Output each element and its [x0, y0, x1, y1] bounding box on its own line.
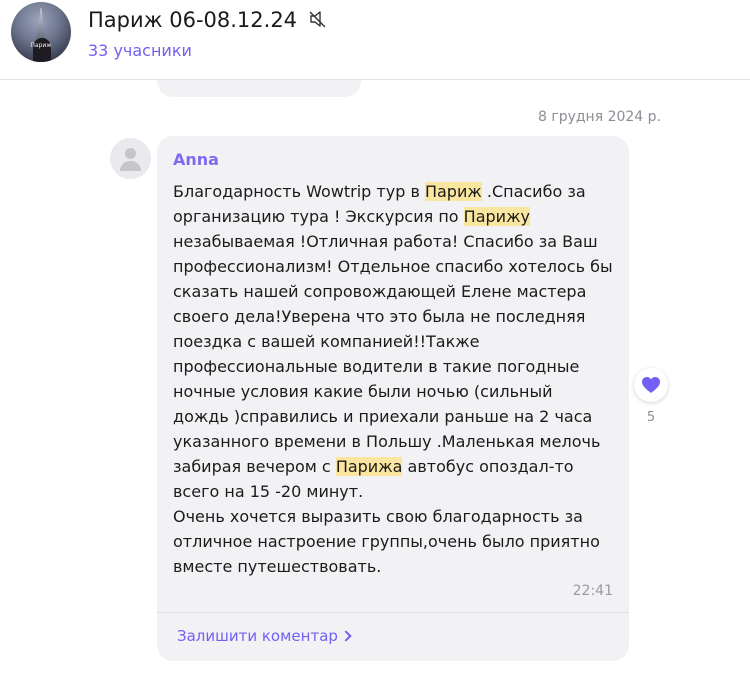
chevron-right-icon [340, 630, 352, 642]
message-bubble[interactable]: Anna Благодарность Wowtrip тур в Париж .… [157, 136, 629, 661]
message-text-segment: вместе путешествовать. [173, 557, 382, 576]
message-line: Благодарность Wowtrip тур в Париж .Спаси… [173, 179, 621, 204]
reaction-button[interactable] [634, 368, 668, 402]
leave-comment-label: Залишити коментар [177, 627, 338, 645]
message-text-segment: указанного времени в Польшу .Маленькая м… [173, 432, 601, 451]
message-line: организацию тура ! Экскурсия по Парижу [173, 204, 621, 229]
leave-comment-link[interactable]: Залишити коментар [177, 627, 352, 645]
message-line: ночные условия какие были ночью (сильный [173, 379, 621, 404]
chat-title-text: Париж 06-08.12.24 [88, 8, 298, 32]
message-text-segment: всего на 15 -20 минут. [173, 482, 364, 501]
message-text-segment: ночные условия какие были ночью (сильный [173, 382, 553, 401]
chat-title[interactable]: Париж 06-08.12.24 [88, 8, 328, 34]
message-text-segment: сказать нашей сопровождающей Елене масте… [173, 282, 587, 301]
message-text-segment: Благодарность Wowtrip тур в [173, 182, 425, 201]
chat-header: Париж Париж 06-08.12.24 33 учасники [0, 0, 750, 80]
message-line: профессионализм! Отдельное спасибо хотел… [173, 254, 621, 279]
message-text-segment: организацию тура ! Экскурсия по [173, 207, 464, 226]
sender-name[interactable]: Anna [173, 150, 219, 169]
message-line: поездка с вашей компанией!!Также [173, 329, 621, 354]
message-line: забирая вечером с Парижа автобус опоздал… [173, 454, 621, 479]
message-text-segment: незабываемая !Отличная работа! Спасибо з… [173, 232, 598, 251]
message-text-segment: своего дела!Уверена что это была не посл… [173, 307, 586, 326]
muted-speaker-icon [308, 9, 328, 34]
message-line: Очень хочется выразить свою благодарност… [173, 504, 621, 529]
divider [157, 612, 629, 613]
members-count[interactable]: 33 учасники [88, 41, 192, 60]
message-line: профессиональные водители в такие погодн… [173, 354, 621, 379]
sender-avatar[interactable] [110, 138, 151, 179]
message-line: всего на 15 -20 минут. [173, 479, 621, 504]
message-line: незабываемая !Отличная работа! Спасибо з… [173, 229, 621, 254]
default-avatar-head [125, 148, 136, 159]
eiffel-tower-icon [36, 8, 46, 42]
search-highlight: Париж [424, 182, 482, 201]
avatar-label: Париж [30, 42, 52, 49]
default-avatar-body [120, 161, 141, 171]
date-separator: 8 грудня 2024 р. [537, 109, 661, 125]
message-line: указанного времени в Польшу .Маленькая м… [173, 429, 621, 454]
message-line: дождь )справились и приехали раньше на 2… [173, 404, 621, 429]
message-time: 22:41 [572, 583, 613, 599]
message-text-segment: профессионализм! Отдельное спасибо хотел… [173, 257, 613, 276]
message-text-segment: поездка с вашей компанией!!Также [173, 332, 480, 351]
message-text-segment: отличное настроение группы,очень было пр… [173, 532, 600, 551]
search-highlight: Парижа [335, 457, 403, 476]
message-text-segment: дождь )справились и приехали раньше на 2… [173, 407, 593, 426]
group-avatar[interactable]: Париж [11, 2, 71, 62]
search-highlight: Парижу [463, 207, 530, 226]
message-line: своего дела!Уверена что это была не посл… [173, 304, 621, 329]
message-line: сказать нашей сопровождающей Елене масте… [173, 279, 621, 304]
message-text: Благодарность Wowtrip тур в Париж .Спаси… [173, 179, 621, 579]
message-text-segment: профессиональные водители в такие погодн… [173, 357, 580, 376]
message-line: отличное настроение группы,очень было пр… [173, 529, 621, 554]
message-text-segment: автобус опоздал-то [402, 457, 574, 476]
message-text-segment: Очень хочется выразить свою благодарност… [173, 507, 583, 526]
reaction-count: 5 [646, 410, 656, 425]
heart-icon [642, 377, 660, 393]
message-text-segment: .Спасибо за [481, 182, 586, 201]
message-text-segment: забирая вечером с [173, 457, 336, 476]
message-line: вместе путешествовать. [173, 554, 621, 579]
